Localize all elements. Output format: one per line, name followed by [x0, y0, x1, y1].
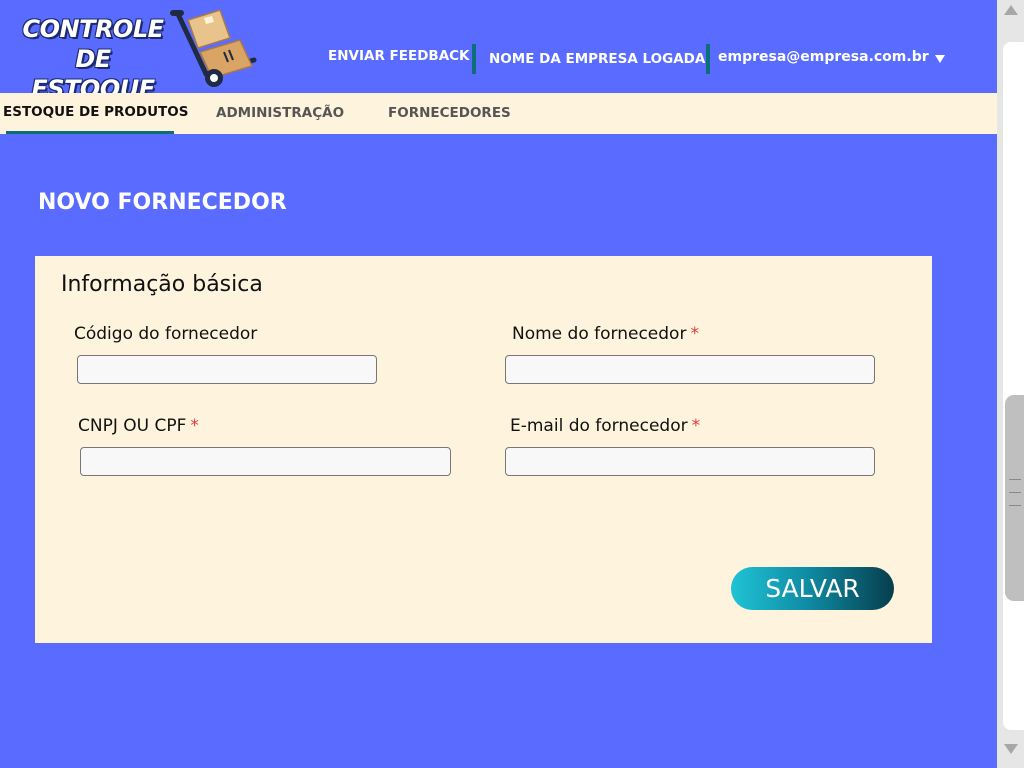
supplier-code-label-text: Código do fornecedor [74, 324, 258, 344]
cnpj-cpf-label: CNPJ OU CPF * [78, 416, 199, 436]
tab-fornecedores[interactable]: FORNECEDORES [388, 93, 511, 134]
page-title: NOVO FORNECEDOR [38, 190, 287, 215]
scrollbar-grip-icon [1009, 479, 1021, 480]
header-divider [706, 44, 710, 74]
hand-truck-boxes-icon [170, 9, 257, 87]
cnpj-cpf-label-text: CNPJ OU CPF [78, 416, 187, 436]
supplier-name-label-text: Nome do fornecedor [512, 324, 687, 344]
app-header: CONTROLE DE ESTOQUE ENVIAR FEEDBACK NOME… [0, 0, 997, 103]
supplier-email-label: E-mail do fornecedor * [510, 416, 700, 436]
scrollbar-track[interactable] [1003, 42, 1024, 730]
supplier-email-label-text: E-mail do fornecedor [510, 416, 688, 436]
company-name: NOME DA EMPRESA LOGADA [489, 51, 706, 67]
scrollbar-thumb[interactable] [1005, 395, 1024, 601]
required-mark: * [690, 324, 699, 344]
tab-administracao[interactable]: ADMINISTRAÇÃO [216, 93, 344, 134]
supplier-name-input[interactable] [505, 355, 875, 384]
required-mark: * [190, 416, 199, 436]
logo-line-1: CONTROLE DE [22, 15, 164, 73]
header-divider [472, 44, 476, 74]
save-button[interactable]: SALVAR [731, 567, 894, 610]
caret-down-icon [934, 54, 945, 63]
cnpj-cpf-input[interactable] [80, 447, 451, 476]
main-tabs: ESTOQUE DE PRODUTOS ADMINISTRAÇÃO FORNEC… [0, 93, 997, 134]
scrollbar-grip-icon [1009, 505, 1021, 506]
user-email-menu[interactable]: empresa@empresa.com.br [718, 49, 945, 65]
scrollbar-grip-icon [1009, 492, 1021, 493]
send-feedback-link[interactable]: ENVIAR FEEDBACK [328, 48, 470, 64]
supplier-code-label: Código do fornecedor [74, 324, 257, 344]
scroll-up-arrow-icon[interactable] [1004, 5, 1018, 15]
active-tab-indicator [6, 131, 174, 134]
supplier-email-input[interactable] [505, 447, 875, 476]
app-logo-text[interactable]: CONTROLE DE ESTOQUE [18, 14, 168, 104]
supplier-form-card: Informação básica Código do fornecedor N… [35, 256, 932, 643]
scroll-down-arrow-icon[interactable] [1004, 744, 1018, 754]
tab-estoque-de-produtos[interactable]: ESTOQUE DE PRODUTOS [3, 93, 188, 134]
required-mark: * [691, 416, 701, 436]
supplier-code-input[interactable] [77, 355, 377, 384]
supplier-name-label: Nome do fornecedor * [512, 324, 699, 344]
section-title: Informação básica [61, 272, 263, 297]
user-email: empresa@empresa.com.br [718, 49, 929, 65]
